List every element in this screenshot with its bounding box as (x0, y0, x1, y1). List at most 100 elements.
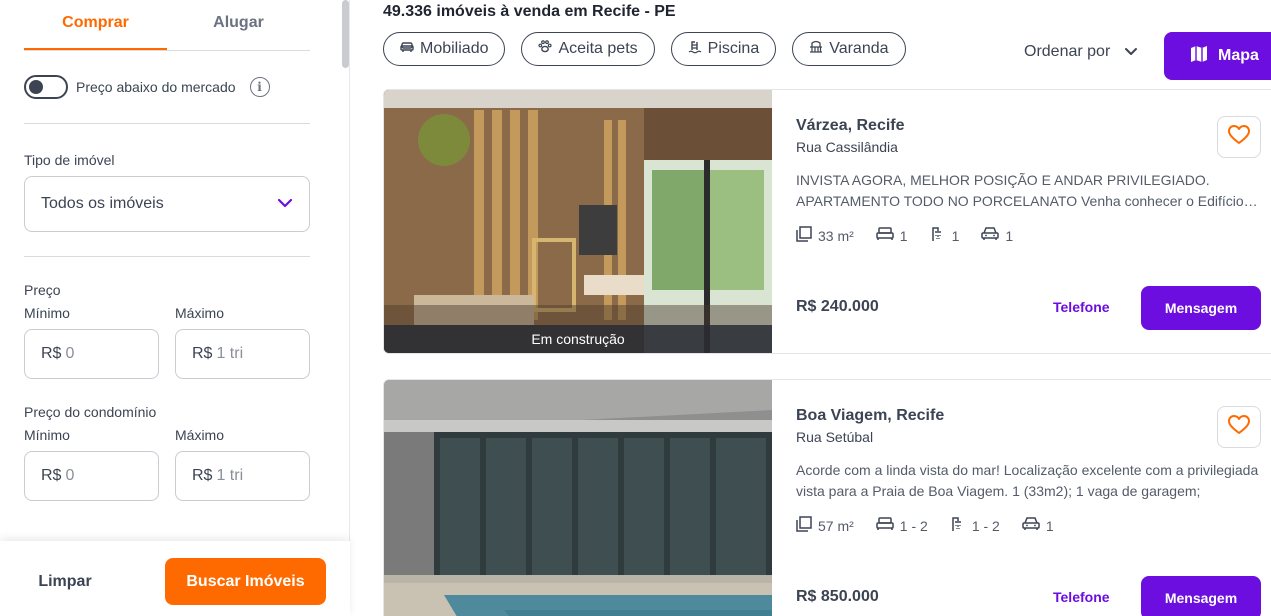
quick-filter-chips: Mobiliado Aceita pets Piscina Varanda (383, 32, 906, 66)
condo-max-placeholder: 1 tri (216, 467, 244, 484)
chevron-down-icon (277, 195, 293, 213)
listing-street: Rua Cassilândia (796, 139, 898, 155)
listing-card[interactable]: Boa Viagem, Recife Rua Setúbal Acorde co… (383, 379, 1271, 616)
bedrooms-feature: 1 - 2 (876, 517, 928, 534)
construction-badge: Em construção (384, 325, 772, 353)
sort-label: Ordenar por (1024, 43, 1111, 60)
price-max-label: Máximo (175, 305, 225, 321)
parking-feature: 1 (981, 227, 1013, 244)
price-min-placeholder: 0 (65, 345, 75, 362)
bedrooms-feature: 1 (876, 227, 908, 244)
below-market-toggle[interactable] (24, 75, 68, 99)
bed-icon (876, 517, 894, 534)
listing-features: 33 m² 1 1 1 (796, 226, 1013, 245)
parking-value: 1 (1045, 517, 1054, 534)
results-title: 49.336 imóveis à venda em Recife - PE (383, 3, 676, 20)
price-min-label: Mínimo (24, 305, 70, 321)
area-icon (796, 226, 812, 245)
message-button[interactable]: Mensagem (1141, 576, 1261, 616)
chip-label: Piscina (707, 40, 760, 57)
price-min-input[interactable]: R$ 0 (24, 329, 159, 379)
heart-icon (1228, 414, 1250, 440)
sidebar-footer: Limpar Buscar Imóveis (0, 541, 350, 616)
condo-price-label: Preço do condomínio (24, 404, 157, 420)
listing-photo[interactable]: Em construção (384, 90, 772, 353)
bathrooms-value: 1 - 2 (971, 517, 1000, 534)
bedrooms-value: 1 (899, 227, 908, 244)
listing-title[interactable]: Boa Viagem, Recife (796, 407, 944, 425)
bedrooms-value: 1 - 2 (899, 517, 928, 534)
price-label: Preço (24, 282, 61, 298)
favorite-button[interactable] (1217, 406, 1261, 448)
condo-min-label: Mínimo (24, 427, 70, 443)
condo-max-input[interactable]: R$ 1 tri (175, 451, 310, 501)
bed-icon (876, 227, 894, 244)
price-max-placeholder: 1 tri (216, 345, 244, 362)
clear-filters-button[interactable]: Limpar (24, 558, 106, 605)
currency-prefix: R$ (192, 345, 213, 362)
listing-title[interactable]: Várzea, Recife (796, 117, 905, 135)
paw-icon (538, 40, 558, 58)
listing-features: 57 m² 1 - 2 1 - 2 1 (796, 516, 1054, 535)
sort-dropdown[interactable]: Ordenar por (1024, 43, 1138, 61)
condo-min-placeholder: 0 (65, 467, 75, 484)
heart-icon (1228, 124, 1250, 150)
listing-description: INVISTA AGORA, MELHOR POSIÇÃO E ANDAR PR… (796, 172, 1258, 209)
area-value: 57 m² (818, 517, 854, 534)
tab-alugar[interactable]: Alugar (167, 0, 310, 50)
bathrooms-value: 1 (951, 227, 960, 244)
below-market-row: Preço abaixo do mercado i (24, 74, 270, 100)
listing-card[interactable]: Em construção Várzea, Recife Rua Cassilâ… (383, 89, 1271, 354)
area-icon (796, 516, 812, 535)
property-type-select[interactable]: Todos os imóveis (24, 176, 310, 232)
chip-label: Mobiliado (420, 40, 489, 57)
map-button[interactable]: Mapa (1164, 32, 1271, 80)
area-value: 33 m² (818, 227, 854, 244)
chip-piscina[interactable]: Piscina (670, 32, 777, 66)
shower-icon (950, 516, 966, 535)
tab-comprar[interactable]: Comprar (24, 0, 167, 50)
area-feature: 57 m² (796, 516, 854, 535)
car-icon (981, 227, 1000, 244)
map-icon (1190, 45, 1218, 68)
currency-prefix: R$ (41, 467, 62, 484)
chip-mobiliado[interactable]: Mobiliado (383, 32, 506, 66)
phone-button[interactable]: Telefone (1053, 589, 1110, 605)
listing-price: R$ 850.000 (796, 588, 879, 605)
parking-feature: 1 (1022, 517, 1054, 534)
chip-label: Varanda (829, 40, 889, 57)
shower-icon (930, 226, 946, 245)
condo-min-input[interactable]: R$ 0 (24, 451, 159, 501)
divider (24, 123, 310, 124)
favorite-button[interactable] (1217, 116, 1261, 158)
search-button[interactable]: Buscar Imóveis (165, 558, 326, 605)
divider (24, 256, 310, 257)
property-type-label: Tipo de imóvel (24, 152, 115, 168)
sidebar-scrollbar[interactable] (342, 0, 349, 68)
chip-label: Aceita pets (558, 40, 638, 57)
toggle-knob (29, 80, 43, 94)
below-market-label: Preço abaixo do mercado (76, 79, 236, 95)
listing-photo[interactable] (384, 380, 772, 616)
listing-street: Rua Setúbal (796, 429, 874, 445)
price-max-input[interactable]: R$ 1 tri (175, 329, 310, 379)
currency-prefix: R$ (41, 345, 62, 362)
car-icon (1022, 517, 1040, 534)
map-label: Mapa (1218, 47, 1259, 64)
chip-varanda[interactable]: Varanda (792, 32, 906, 66)
property-type-value: Todos os imóveis (41, 195, 164, 212)
parking-value: 1 (1005, 227, 1014, 244)
sofa-icon (400, 40, 420, 58)
bathrooms-feature: 1 - 2 (950, 516, 1000, 535)
listing-price: R$ 240.000 (796, 298, 879, 315)
area-feature: 33 m² (796, 226, 854, 245)
pool-icon (688, 40, 708, 59)
transaction-tabs: Comprar Alugar (24, 0, 310, 51)
chip-aceita-pets[interactable]: Aceita pets (521, 32, 655, 66)
currency-prefix: R$ (192, 467, 213, 484)
phone-button[interactable]: Telefone (1053, 299, 1110, 315)
info-icon[interactable]: i (249, 77, 270, 97)
message-button[interactable]: Mensagem (1141, 286, 1261, 330)
bathrooms-feature: 1 (930, 226, 960, 245)
chevron-down-icon (1110, 43, 1138, 61)
